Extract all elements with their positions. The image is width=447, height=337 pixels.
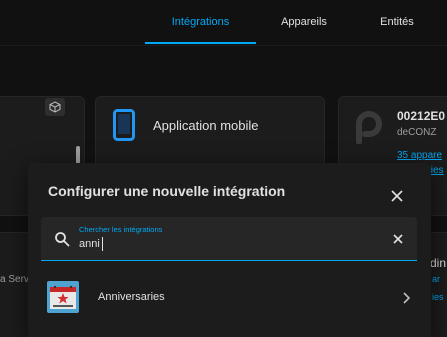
clear-search-button[interactable] bbox=[390, 231, 406, 247]
tab-devices[interactable]: Appareils bbox=[256, 0, 352, 44]
search-field[interactable]: Chercher les intégrations bbox=[41, 217, 417, 261]
clear-icon bbox=[393, 234, 403, 244]
result-label: Anniversaries bbox=[98, 291, 165, 303]
deconz-device-name: 00212E0 bbox=[397, 109, 446, 123]
card-fragment-link-right-2[interactable]: ies bbox=[432, 292, 444, 302]
result-item-anniversaries[interactable]: Anniversaries bbox=[28, 276, 431, 320]
card-fragment-text-left: a Serv bbox=[0, 274, 29, 285]
deconz-logo-icon bbox=[351, 110, 383, 145]
cellphone-icon bbox=[113, 109, 135, 141]
close-icon bbox=[391, 190, 403, 202]
mobile-app-title: Application mobile bbox=[153, 118, 259, 133]
top-tab-bar: Intégrations Appareils Entités bbox=[0, 0, 447, 44]
card-fragment-title-right: din bbox=[430, 256, 447, 270]
deconz-subtitle: deCONZ bbox=[397, 127, 437, 138]
add-integration-dialog: Configurer une nouvelle intégration Cher… bbox=[28, 163, 431, 337]
tab-entities[interactable]: Entités bbox=[352, 0, 442, 44]
anniversaries-calendar-icon bbox=[47, 281, 79, 313]
tab-integrations[interactable]: Intégrations bbox=[145, 0, 256, 44]
search-input[interactable] bbox=[79, 236, 369, 252]
close-dialog-button[interactable] bbox=[386, 185, 408, 207]
card-fragment-link-right-1[interactable]: ar bbox=[432, 274, 440, 284]
dialog-title: Configurer une nouvelle intégration bbox=[48, 183, 286, 199]
toolbar-strip bbox=[0, 45, 447, 87]
search-icon bbox=[54, 231, 70, 247]
search-label: Chercher les intégrations bbox=[79, 225, 163, 234]
text-caret bbox=[102, 237, 103, 251]
deconz-devices-link[interactable]: 35 appare bbox=[397, 150, 442, 161]
chevron-right-icon bbox=[400, 291, 412, 305]
cube-icon bbox=[45, 98, 65, 116]
